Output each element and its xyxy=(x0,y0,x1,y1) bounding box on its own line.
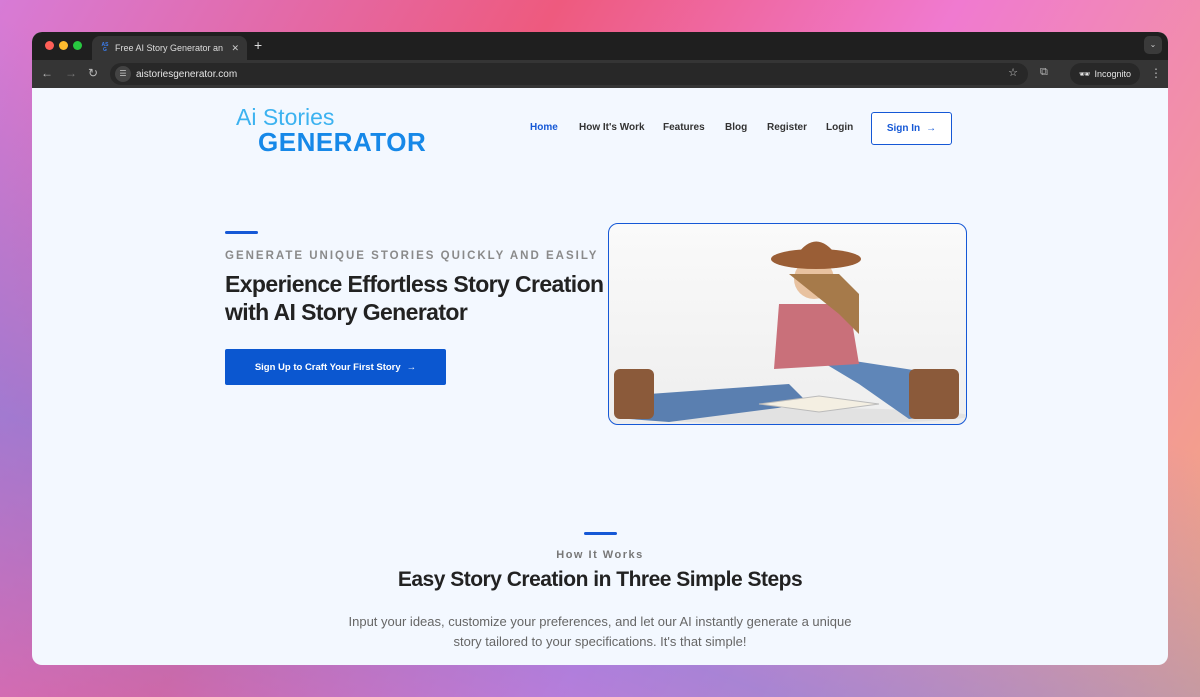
hero-title: Experience Effortless Story Creation wit… xyxy=(225,271,604,325)
section-accent-bar xyxy=(584,532,617,535)
reload-icon[interactable]: ↻ xyxy=(88,66,98,80)
nav-how-it-works[interactable]: How It's Work xyxy=(579,122,645,133)
minimize-window-button[interactable] xyxy=(59,41,68,50)
back-icon[interactable]: ← xyxy=(41,66,53,80)
sign-in-button[interactable]: Sign In → xyxy=(871,112,952,145)
sign-in-label: Sign In xyxy=(886,123,921,134)
arrow-right-icon: → xyxy=(406,361,417,373)
hero-eyebrow: GENERATE UNIQUE STORIES QUICKLY AND EASI… xyxy=(225,250,599,262)
browser-tab[interactable]: ASG Free AI Story Generator and W ✕ xyxy=(92,36,247,60)
accent-bar xyxy=(225,231,258,234)
hero-image xyxy=(608,223,967,425)
site-logo[interactable]: Ai Stories GENERATOR xyxy=(236,104,427,157)
cta-label: Sign Up to Craft Your First Story xyxy=(254,361,401,373)
url-text: aistoriesgenerator.com xyxy=(136,68,238,80)
web-page: Ai Stories GENERATOR Home How It's Work … xyxy=(32,88,1168,665)
forward-icon[interactable]: → xyxy=(65,66,77,80)
how-description: Input your ideas, customize your prefere… xyxy=(348,614,852,649)
tab-title: Free AI Story Generator and W xyxy=(115,43,223,53)
incognito-icon: 🕶 xyxy=(1079,68,1091,79)
menu-icon[interactable]: ⋮ xyxy=(1150,66,1162,80)
nav-features[interactable]: Features xyxy=(663,122,705,133)
how-title: Easy Story Creation in Three Simple Step… xyxy=(397,568,803,591)
nav-blog[interactable]: Blog xyxy=(725,122,747,133)
browser-window: ASG Free AI Story Generator and W ✕ + ⌄ … xyxy=(32,32,1168,665)
incognito-label: Incognito xyxy=(1094,69,1131,79)
favicon-icon: ASG xyxy=(101,42,109,53)
address-bar[interactable]: ☰ aistoriesgenerator.com ☆ xyxy=(110,63,1028,85)
logo-line1: Ai Stories xyxy=(236,104,335,130)
browser-toolbar: ← → ↻ ☰ aistoriesgenerator.com ☆ ⧉ 🕶 Inco… xyxy=(32,60,1168,88)
close-window-button[interactable] xyxy=(45,41,54,50)
arrow-right-icon: → xyxy=(926,123,937,134)
tab-search-button[interactable]: ⌄ xyxy=(1144,36,1162,54)
incognito-indicator[interactable]: 🕶 Incognito xyxy=(1070,63,1140,85)
logo-line2: GENERATOR xyxy=(258,127,427,157)
nav-login[interactable]: Login xyxy=(826,122,853,133)
close-tab-icon[interactable]: ✕ xyxy=(231,43,239,54)
nav-home[interactable]: Home xyxy=(530,122,558,133)
new-tab-button[interactable]: + xyxy=(254,37,262,53)
extensions-icon[interactable]: ⧉ xyxy=(1040,66,1048,79)
nav-register[interactable]: Register xyxy=(767,122,807,133)
how-eyebrow: How It Works xyxy=(556,549,644,561)
site-settings-icon[interactable]: ☰ xyxy=(115,66,131,82)
bookmark-star-icon[interactable]: ☆ xyxy=(1008,66,1018,79)
maximize-window-button[interactable] xyxy=(73,41,82,50)
tab-bar: ASG Free AI Story Generator and W ✕ + ⌄ xyxy=(32,32,1168,60)
signup-cta-button[interactable]: Sign Up to Craft Your First Story → xyxy=(225,349,446,385)
